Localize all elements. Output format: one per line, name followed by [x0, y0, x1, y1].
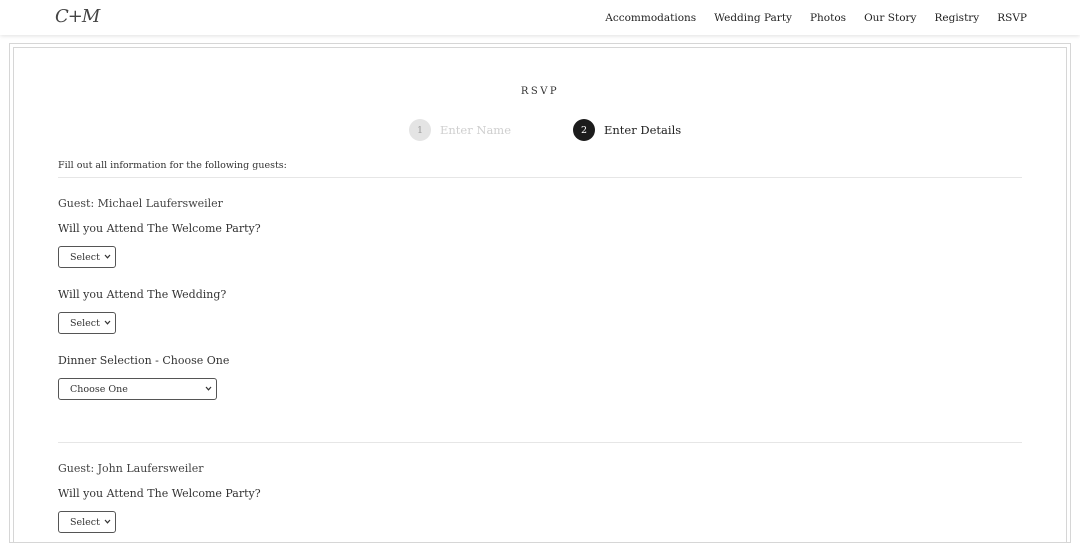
step-label-enter-name: Enter Name	[440, 123, 512, 137]
guest-1-dinner-question: Dinner Selection - Choose One	[58, 354, 230, 367]
step-number-1: 1	[409, 119, 431, 141]
guest-1-name: Guest: Michael Laufersweiler	[58, 197, 223, 210]
nav-link-photos[interactable]: Photos	[810, 12, 846, 24]
guest-1-welcome-select[interactable]: Select	[58, 246, 116, 268]
guest-2-name: Guest: John Laufersweiler	[58, 462, 204, 475]
guest-divider	[58, 442, 1022, 443]
chevron-down-icon	[205, 386, 212, 391]
chevron-down-icon	[104, 254, 111, 259]
chevron-down-icon	[104, 320, 111, 325]
guest-1-dinner-select[interactable]: Choose One	[58, 378, 217, 400]
top-navigation-bar: C+M Accommodations Wedding Party Photos …	[0, 0, 1080, 35]
site-logo[interactable]: C+M	[55, 6, 100, 27]
guest-1-welcome-select-value: Select	[70, 251, 100, 263]
nav-link-our-story[interactable]: Our Story	[864, 12, 916, 24]
step-enter-name[interactable]: 1 Enter Name	[409, 119, 511, 141]
nav-link-accommodations[interactable]: Accommodations	[605, 12, 696, 24]
step-label-enter-details: Enter Details	[604, 123, 682, 137]
step-number-2: 2	[573, 119, 595, 141]
guest-2-welcome-select-value: Select	[70, 516, 100, 528]
guest-2-welcome-question: Will you Attend The Welcome Party?	[58, 487, 261, 500]
guest-2-welcome-select[interactable]: Select	[58, 511, 116, 533]
chevron-down-icon	[104, 519, 111, 524]
form-instructions: Fill out all information for the followi…	[58, 160, 287, 171]
guest-1-wedding-select[interactable]: Select	[58, 312, 116, 334]
page-title: RSVP	[520, 86, 560, 97]
main-nav: Accommodations Wedding Party Photos Our …	[587, 0, 1027, 35]
nav-link-wedding-party[interactable]: Wedding Party	[714, 12, 792, 24]
guest-1-dinner-select-value: Choose One	[70, 383, 128, 395]
nav-link-registry[interactable]: Registry	[934, 12, 979, 24]
guest-1-wedding-question: Will you Attend The Wedding?	[58, 288, 227, 301]
guest-1-welcome-question: Will you Attend The Welcome Party?	[58, 222, 261, 235]
guest-1-wedding-select-value: Select	[70, 317, 100, 329]
divider	[58, 177, 1022, 178]
step-enter-details: 2 Enter Details	[573, 119, 681, 141]
nav-link-rsvp[interactable]: RSVP	[997, 12, 1027, 24]
